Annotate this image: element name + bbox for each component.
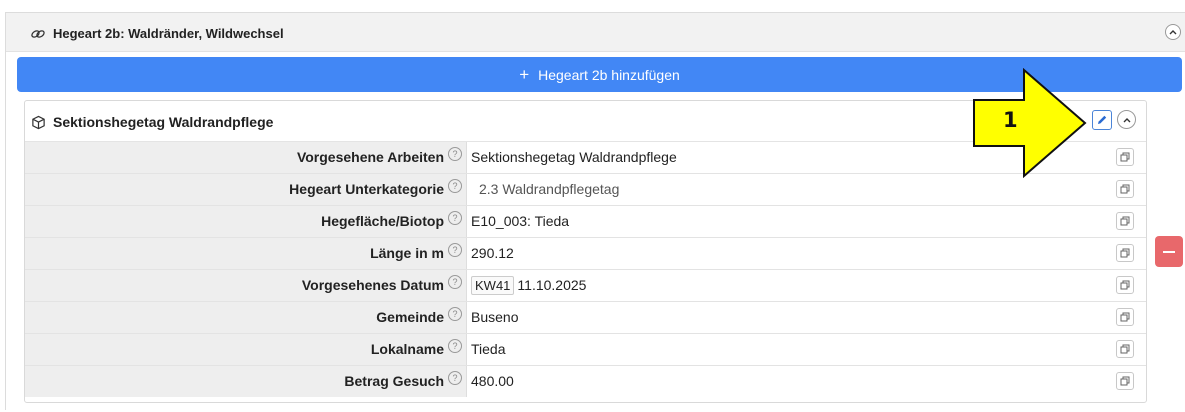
help-icon[interactable]: ?	[448, 179, 462, 193]
help-icon[interactable]: ?	[448, 243, 462, 257]
row-label: Länge in m?	[25, 238, 467, 269]
copy-icon	[1120, 280, 1130, 290]
copy-icon	[1120, 152, 1130, 162]
copy-button[interactable]	[1116, 276, 1134, 294]
row-label: Hegefläche/Biotop?	[25, 206, 467, 237]
copy-icon	[1120, 184, 1130, 194]
copy-button[interactable]	[1116, 340, 1134, 358]
link-icon	[31, 29, 45, 38]
plus-icon: +	[519, 65, 530, 84]
add-hegeart-button-label: Hegeart 2b hinzufügen	[538, 66, 680, 83]
chevron-up-icon	[1123, 117, 1130, 122]
section-collapse-button[interactable]	[1165, 24, 1181, 40]
copy-icon	[1120, 216, 1130, 226]
copy-button[interactable]	[1116, 180, 1134, 198]
help-icon[interactable]: ?	[448, 307, 462, 321]
row-label: Vorgesehenes Datum?	[25, 270, 467, 301]
row-value: 290.12	[471, 245, 514, 261]
remove-button[interactable]	[1155, 236, 1183, 267]
minus-icon	[1163, 250, 1175, 253]
date-value: 11.10.2025	[517, 277, 587, 293]
table-row: Hegefläche/Biotop? E10_003: Tieda	[25, 206, 1146, 238]
copy-icon	[1120, 344, 1130, 354]
copy-icon	[1120, 376, 1130, 386]
row-label: Lokalname?	[25, 334, 467, 365]
card-title-text: Sektionshegetag Waldrandpflege	[53, 114, 274, 130]
row-value: 2.3 Waldrandpflegetag	[479, 181, 620, 197]
section-title: Hegeart 2b: Waldränder, Wildwechsel	[30, 26, 284, 41]
chevron-up-icon	[1169, 30, 1177, 35]
row-value: KW41 11.10.2025	[471, 270, 586, 301]
help-icon[interactable]: ?	[448, 147, 462, 161]
row-value: Buseno	[471, 309, 519, 325]
annotation-arrow	[973, 68, 1087, 178]
copy-button[interactable]	[1116, 244, 1134, 262]
copy-button[interactable]	[1116, 308, 1134, 326]
row-value: Sektionshegetag Waldrandpflege	[471, 149, 677, 165]
row-value: E10_003: Tieda	[471, 213, 570, 229]
help-icon[interactable]: ?	[448, 275, 462, 289]
copy-button[interactable]	[1116, 212, 1134, 230]
copy-button[interactable]	[1116, 372, 1134, 390]
row-label: Hegeart Unterkategorie?	[25, 174, 467, 205]
help-icon[interactable]: ?	[448, 339, 462, 353]
card-collapse-button[interactable]	[1117, 110, 1136, 129]
table-row: Betrag Gesuch? 480.00	[25, 366, 1146, 398]
copy-icon	[1120, 248, 1130, 258]
table-row: Lokalname? Tieda	[25, 334, 1146, 366]
table-row: Gemeinde? Buseno	[25, 302, 1146, 334]
row-label: Vorgesehene Arbeiten?	[25, 142, 467, 173]
card-title: Sektionshegetag Waldrandpflege	[31, 114, 273, 130]
table-row: Hegeart Unterkategorie? 2.3 Waldrandpfle…	[25, 174, 1146, 206]
edit-button[interactable]	[1092, 110, 1112, 130]
row-value: 480.00	[471, 373, 514, 389]
row-label: Betrag Gesuch?	[25, 366, 467, 397]
section-header[interactable]: Hegeart 2b: Waldränder, Wildwechsel	[6, 13, 1185, 52]
row-value: Tieda	[471, 341, 506, 357]
table-row: Länge in m? 290.12	[25, 238, 1146, 270]
section-title-text: Hegeart 2b: Waldränder, Wildwechsel	[53, 26, 284, 41]
help-icon[interactable]: ?	[448, 371, 462, 385]
copy-button[interactable]	[1116, 148, 1134, 166]
detail-table: Vorgesehene Arbeiten? Sektionshegetag Wa…	[25, 142, 1146, 398]
help-icon[interactable]: ?	[448, 211, 462, 225]
table-row: Vorgesehenes Datum? KW41 11.10.2025	[25, 270, 1146, 302]
copy-icon	[1120, 312, 1130, 322]
week-badge: KW41	[471, 276, 515, 295]
pencil-icon	[1098, 115, 1107, 124]
row-label: Gemeinde?	[25, 302, 467, 333]
annotation-number: 1	[1003, 108, 1018, 132]
cube-icon	[32, 115, 45, 129]
